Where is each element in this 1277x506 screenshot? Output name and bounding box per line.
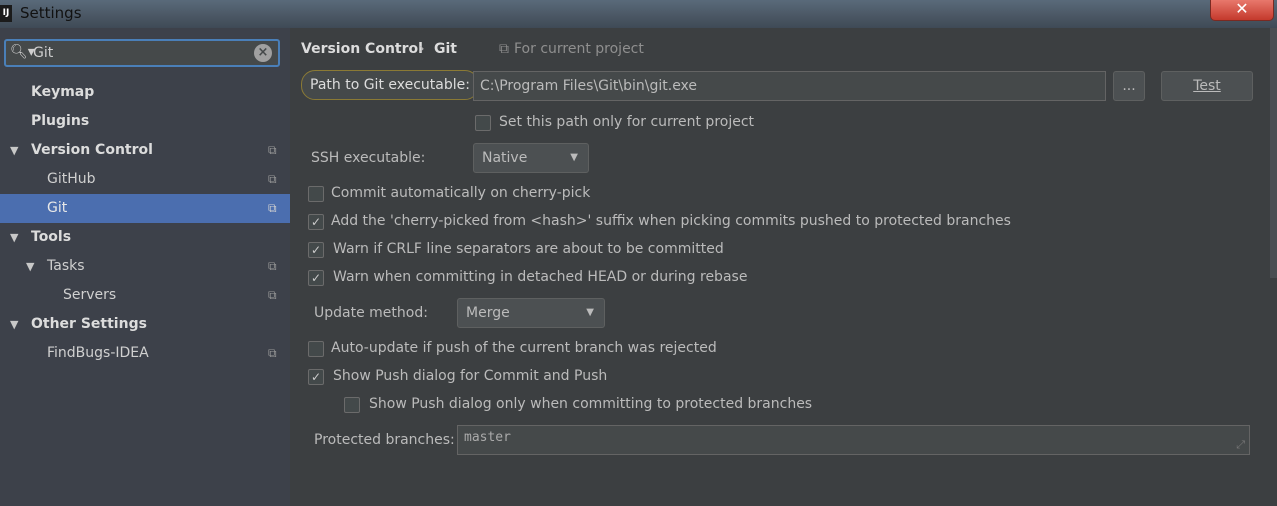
path-only-project-checkbox[interactable] xyxy=(475,115,491,131)
show-push-checkbox[interactable]: ✓ xyxy=(308,369,324,385)
path-to-git-label: Path to Git executable: xyxy=(301,70,479,100)
project-scope-icon: ⧉ xyxy=(268,259,277,273)
tree-item-label: Version Control xyxy=(31,142,153,158)
tree-item-label: GitHub xyxy=(47,171,96,187)
tree-item-label: FindBugs-IDEA xyxy=(47,345,149,361)
breadcrumb-current: Git xyxy=(434,41,457,57)
search-input[interactable] xyxy=(33,41,253,65)
tree-item-label: Git xyxy=(47,200,68,216)
warn-crlf-checkbox[interactable]: ✓ xyxy=(308,242,324,258)
settings-sidebar: 🔍︎▾ × Keymap Plugins ▼ Version Control ⧉… xyxy=(0,28,290,506)
tree-item-findbugs[interactable]: FindBugs-IDEA ⧉ xyxy=(0,339,290,368)
tree-item-tools[interactable]: ▼ Tools xyxy=(0,223,290,252)
show-push-label: Show Push dialog for Commit and Push xyxy=(333,368,608,384)
protected-branches-label: Protected branches: xyxy=(314,432,455,448)
tree-item-servers[interactable]: Servers ⧉ xyxy=(0,281,290,310)
update-method-value: Merge xyxy=(466,305,510,321)
commit-cherry-pick-checkbox[interactable] xyxy=(308,186,324,202)
show-push-protected-checkbox[interactable] xyxy=(344,397,360,413)
test-button[interactable]: Test xyxy=(1161,71,1253,101)
commit-cherry-pick-label: Commit automatically on cherry-pick xyxy=(331,185,591,201)
window-title: Settings xyxy=(20,4,82,22)
tree-item-other-settings[interactable]: ▼ Other Settings xyxy=(0,310,290,339)
project-scope-icon: ⧉ xyxy=(268,143,277,157)
project-scope-icon: ⧉ xyxy=(268,288,277,302)
search-icon[interactable]: 🔍︎▾ xyxy=(10,44,35,60)
cherry-suffix-label: Add the 'cherry-picked from <hash>' suff… xyxy=(331,213,1011,229)
chevron-down-icon: ▼ xyxy=(570,152,578,163)
browse-button[interactable]: ... xyxy=(1113,71,1145,101)
expand-arrow-icon[interactable]: ▼ xyxy=(26,252,34,281)
tree-item-tasks[interactable]: ▼ Tasks ⧉ xyxy=(0,252,290,281)
tree-item-plugins[interactable]: Plugins xyxy=(0,107,290,136)
git-path-field[interactable]: C:\Program Files\Git\bin\git.exe xyxy=(473,71,1106,101)
scrollbar[interactable] xyxy=(1270,28,1277,278)
expand-arrow-icon[interactable]: ▼ xyxy=(10,136,18,165)
tree-item-label: Servers xyxy=(63,287,117,303)
tree-item-github[interactable]: GitHub ⧉ xyxy=(0,165,290,194)
search-box[interactable]: 🔍︎▾ × xyxy=(4,39,280,67)
scope-label: For current project xyxy=(514,41,644,57)
chevron-down-icon: ▼ xyxy=(586,307,594,318)
project-scope-icon: ⧉ xyxy=(268,201,277,215)
tree-item-git[interactable]: Git ⧉ xyxy=(0,194,290,223)
tree-item-label: Other Settings xyxy=(31,316,147,332)
tree-item-label: Tools xyxy=(31,229,72,245)
close-button[interactable]: ✕ xyxy=(1210,0,1274,21)
expand-arrow-icon[interactable]: ▼ xyxy=(10,223,18,252)
protected-branches-field[interactable]: master ⤢ xyxy=(457,425,1250,455)
app-icon: IJ xyxy=(0,5,12,22)
update-method-label: Update method: xyxy=(314,305,428,321)
auto-update-checkbox[interactable] xyxy=(308,341,324,357)
tree-item-label: Keymap xyxy=(31,84,95,100)
title-bar: IJ Settings ✕ xyxy=(0,0,1277,28)
tree-item-label: Tasks xyxy=(47,258,85,274)
clear-icon[interactable]: × xyxy=(254,44,272,62)
git-settings-panel: Version Control › Git ⧉ For current proj… xyxy=(290,28,1277,506)
breadcrumb-parent[interactable]: Version Control xyxy=(301,41,423,57)
warn-detached-label: Warn when committing in detached HEAD or… xyxy=(333,269,748,285)
expand-icon[interactable]: ⤢ xyxy=(1236,438,1245,452)
auto-update-label: Auto-update if push of the current branc… xyxy=(331,340,717,356)
warn-crlf-label: Warn if CRLF line separators are about t… xyxy=(333,241,724,257)
path-only-project-label: Set this path only for current project xyxy=(499,114,755,130)
project-scope-icon: ⧉ xyxy=(268,172,277,186)
tree-item-label: Plugins xyxy=(31,113,90,129)
ssh-label: SSH executable: xyxy=(311,150,426,166)
scope-icon: ⧉ xyxy=(499,41,509,57)
update-method-dropdown[interactable]: Merge ▼ xyxy=(457,298,605,328)
warn-detached-checkbox[interactable]: ✓ xyxy=(308,270,324,286)
ssh-dropdown[interactable]: Native ▼ xyxy=(473,143,589,173)
tree-item-keymap[interactable]: Keymap xyxy=(0,78,290,107)
expand-arrow-icon[interactable]: ▼ xyxy=(10,310,18,339)
show-push-protected-label: Show Push dialog only when committing to… xyxy=(369,396,813,412)
cherry-suffix-checkbox[interactable]: ✓ xyxy=(308,214,324,230)
breadcrumb-separator: › xyxy=(419,41,425,57)
project-scope-icon: ⧉ xyxy=(268,346,277,360)
protected-branches-value: master xyxy=(464,430,511,445)
ssh-value: Native xyxy=(482,150,528,166)
tree-item-version-control[interactable]: ▼ Version Control ⧉ xyxy=(0,136,290,165)
